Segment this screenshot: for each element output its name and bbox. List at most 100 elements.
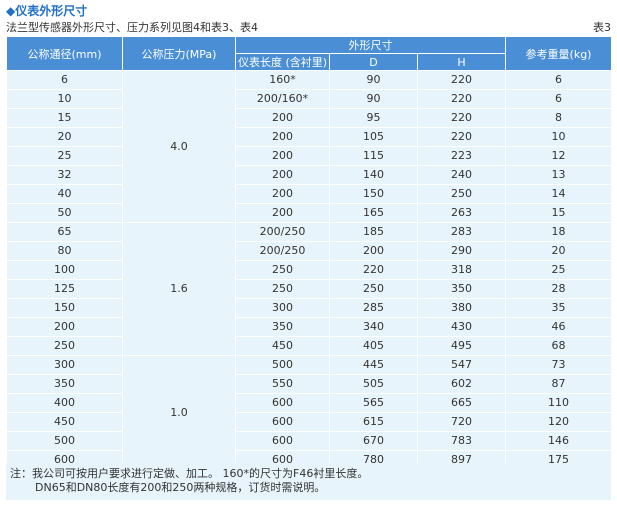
d-cell: 185 [329, 222, 418, 242]
length-cell: 200 [235, 108, 330, 128]
d-cell: 105 [329, 127, 418, 147]
length-cell: 250 [235, 260, 330, 280]
table-row: 50 200 165 263 15 [6, 203, 612, 223]
d-cell: 150 [329, 184, 418, 204]
length-cell: 350 [235, 317, 330, 337]
d-cell: 220 [329, 260, 418, 280]
length-cell: 600 [235, 393, 330, 413]
dn-cell: 15 [6, 108, 123, 128]
d-cell: 405 [329, 336, 418, 356]
d-cell: 505 [329, 374, 418, 394]
footnote-line-1: 注：我公司可按用户要求进行定做、加工。 160*的尺寸为F46衬里长度。 [10, 467, 369, 480]
weight-cell: 18 [505, 222, 612, 242]
d-cell: 565 [329, 393, 418, 413]
length-cell: 200 [235, 165, 330, 185]
h-cell: 290 [417, 241, 506, 261]
h-cell: 547 [417, 355, 506, 375]
header-h: H [417, 53, 506, 71]
d-cell: 115 [329, 146, 418, 166]
length-cell: 200/250 [235, 241, 330, 261]
d-cell: 285 [329, 298, 418, 318]
weight-cell: 6 [505, 70, 612, 90]
dn-cell: 10 [6, 89, 123, 109]
table-row: 32 200 140 240 13 [6, 165, 612, 185]
d-cell: 90 [329, 70, 418, 90]
length-cell: 200/250 [235, 222, 330, 242]
dn-cell: 40 [6, 184, 123, 204]
length-cell: 200/160* [235, 89, 330, 109]
table-number: 表3 [593, 21, 611, 34]
weight-cell: 110 [505, 393, 612, 413]
dn-cell: 150 [6, 298, 123, 318]
d-cell: 95 [329, 108, 418, 128]
dn-cell: 400 [6, 393, 123, 413]
weight-cell: 13 [505, 165, 612, 185]
length-cell: 550 [235, 374, 330, 394]
dn-cell: 350 [6, 374, 123, 394]
weight-cell: 20 [505, 241, 612, 261]
dn-cell: 6 [6, 70, 123, 90]
length-cell: 500 [235, 355, 330, 375]
h-cell: 223 [417, 146, 506, 166]
pressure-cell: 1.0 [122, 355, 236, 470]
h-cell: 220 [417, 70, 506, 90]
pressure-cell: 4.0 [122, 70, 236, 223]
weight-cell: 120 [505, 412, 612, 432]
h-cell: 283 [417, 222, 506, 242]
h-cell: 250 [417, 184, 506, 204]
h-cell: 665 [417, 393, 506, 413]
table-row: 250 450 405 495 68 [6, 336, 612, 356]
dn-cell: 100 [6, 260, 123, 280]
d-cell: 90 [329, 89, 418, 109]
table-row: 10 200/160* 90 220 6 [6, 89, 612, 109]
length-cell: 200 [235, 203, 330, 223]
table-caption: 法兰型传感器外形尺寸、压力系列见图4和表3、表4 [6, 21, 258, 34]
length-cell: 200 [235, 146, 330, 166]
h-cell: 220 [417, 127, 506, 147]
footnote-line-2: DN65和DN80长度有200和250两种规格，订货时需说明。 [35, 481, 326, 494]
h-cell: 495 [417, 336, 506, 356]
dn-cell: 25 [6, 146, 123, 166]
length-cell: 300 [235, 298, 330, 318]
h-cell: 720 [417, 412, 506, 432]
table-row: 15 200 95 220 8 [6, 108, 612, 128]
weight-cell: 68 [505, 336, 612, 356]
length-cell: 600 [235, 431, 330, 451]
length-cell: 200 [235, 184, 330, 204]
table-row: 150 300 285 380 35 [6, 298, 612, 318]
d-cell: 165 [329, 203, 418, 223]
weight-cell: 146 [505, 431, 612, 451]
weight-cell: 25 [505, 260, 612, 280]
h-cell: 263 [417, 203, 506, 223]
table-row: 500 600 670 783 146 [6, 431, 612, 451]
table-row: 350 550 505 602 87 [6, 374, 612, 394]
table-row: 450 600 615 720 120 [6, 412, 612, 432]
table-row: 125 250 250 350 28 [6, 279, 612, 299]
header-reference-weight: 参考重量(kg) [505, 36, 612, 71]
pressure-cell: 1.6 [122, 222, 236, 356]
header-dimensions: 外形尺寸 [235, 36, 506, 54]
weight-cell: 8 [505, 108, 612, 128]
h-cell: 783 [417, 431, 506, 451]
d-cell: 250 [329, 279, 418, 299]
table-row: 200 350 340 430 46 [6, 317, 612, 337]
weight-cell: 35 [505, 298, 612, 318]
table-row: 25 200 115 223 12 [6, 146, 612, 166]
d-cell: 200 [329, 241, 418, 261]
h-cell: 380 [417, 298, 506, 318]
table-body: 6 4.0 160* 90 220 6 10 200/160* 90 220 6 15 200 95 220… [6, 70, 612, 470]
weight-cell: 12 [505, 146, 612, 166]
dn-cell: 80 [6, 241, 123, 261]
dn-cell: 250 [6, 336, 123, 356]
footnote: 注：我公司可按用户要求进行定做、加工。 160*的尺寸为F46衬里长度。 DN6… [6, 463, 611, 500]
table-row: 80 200/250 200 290 20 [6, 241, 612, 261]
table-row: 100 250 220 318 25 [6, 260, 612, 280]
dn-cell: 125 [6, 279, 123, 299]
weight-cell: 73 [505, 355, 612, 375]
weight-cell: 28 [505, 279, 612, 299]
d-cell: 140 [329, 165, 418, 185]
weight-cell: 10 [505, 127, 612, 147]
d-cell: 670 [329, 431, 418, 451]
header-nominal-diameter: 公称通径(mm) [6, 36, 123, 71]
weight-cell: 15 [505, 203, 612, 223]
